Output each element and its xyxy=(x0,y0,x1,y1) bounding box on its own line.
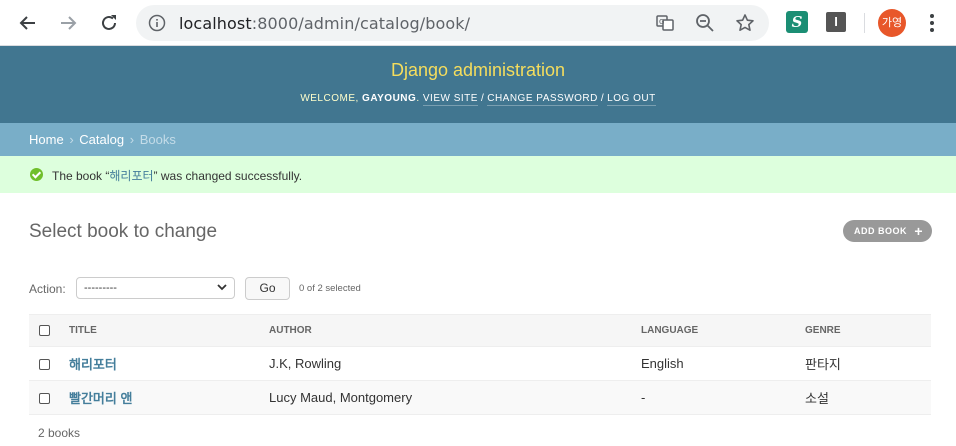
url-text: localhost:8000/admin/catalog/book/ xyxy=(179,14,470,33)
extension-i-icon[interactable]: I xyxy=(826,12,846,32)
actions-bar: Action: --------- Go 0 of 2 selected xyxy=(29,276,429,300)
add-book-label: Add book xyxy=(854,226,907,236)
message-suffix: ” was changed successfully. xyxy=(153,169,303,183)
language-cell: English xyxy=(631,346,795,381)
log-out-link[interactable]: Log out xyxy=(607,93,656,106)
row-checkbox[interactable] xyxy=(39,393,50,405)
bookmark-star-icon[interactable] xyxy=(735,13,755,33)
chevron-down-icon xyxy=(216,281,228,296)
toolbar-divider xyxy=(864,13,865,33)
site-info-icon[interactable] xyxy=(148,14,166,35)
success-check-icon xyxy=(30,168,43,181)
select-all-cell xyxy=(29,314,59,347)
select-all-checkbox[interactable] xyxy=(39,324,50,336)
message-prefix: The book “ xyxy=(52,169,110,183)
row-select-cell xyxy=(29,346,59,381)
column-header-title[interactable]: Title xyxy=(59,314,259,347)
table-row: 빨간머리 앤 Lucy Maud, Montgomery - 소설 xyxy=(29,380,931,415)
separator: / xyxy=(600,93,605,104)
action-label: Action: xyxy=(29,282,66,296)
title-cell: 해리포터 xyxy=(59,346,259,381)
message-object-link[interactable]: 해리포터 xyxy=(109,169,153,183)
page-title: Select book to change xyxy=(29,221,218,242)
author-cell: Lucy Maud, Montgomery xyxy=(259,380,631,415)
book-title-link[interactable]: 빨간머리 앤 xyxy=(69,391,132,406)
extension-s-icon[interactable]: S xyxy=(786,11,808,33)
breadcrumb-home[interactable]: Home xyxy=(29,132,64,147)
table-header-row: Title Author Language Genre xyxy=(29,314,931,347)
browser-menu-icon[interactable] xyxy=(924,12,940,34)
row-select-cell xyxy=(29,380,59,415)
back-button[interactable] xyxy=(15,10,41,36)
breadcrumb: Home › Catalog › Books xyxy=(0,123,956,156)
success-message: The book “해리포터” was changed successfully… xyxy=(0,156,956,193)
arrow-right-icon xyxy=(61,16,77,30)
address-bar[interactable]: localhost:8000/admin/catalog/book/ G xyxy=(136,5,769,41)
breadcrumb-separator: › xyxy=(129,132,135,147)
column-header-language[interactable]: Language xyxy=(631,314,795,347)
book-title-link[interactable]: 해리포터 xyxy=(69,357,117,372)
table-row: 해리포터 J.K, Rowling English 판타지 xyxy=(29,346,931,381)
change-password-link[interactable]: Change password xyxy=(487,93,598,106)
plus-icon: + xyxy=(914,223,923,239)
zoom-out-icon[interactable] xyxy=(695,13,715,33)
reload-icon xyxy=(102,15,116,30)
genre-cell: 소설 xyxy=(795,380,931,415)
reload-button[interactable] xyxy=(96,10,122,36)
row-checkbox[interactable] xyxy=(39,359,50,371)
result-list-table: Title Author Language Genre 해리포터 J.K, Ro… xyxy=(29,314,931,415)
go-button[interactable]: Go xyxy=(245,277,290,300)
action-counter: 0 of 2 selected xyxy=(299,283,361,294)
column-header-genre[interactable]: Genre xyxy=(795,314,931,347)
breadcrumb-catalog[interactable]: Catalog xyxy=(79,132,124,147)
user-tools: Welcome, gayoung. View site / Change passw… xyxy=(300,93,656,106)
paginator: 2 books xyxy=(38,426,81,440)
breadcrumb-current: Books xyxy=(139,132,176,147)
genre-cell: 판타지 xyxy=(795,346,931,381)
title-cell: 빨간머리 앤 xyxy=(59,380,259,415)
browser-toolbar: localhost:8000/admin/catalog/book/ G S I… xyxy=(0,0,956,46)
separator: / xyxy=(480,93,485,104)
author-cell: J.K, Rowling xyxy=(259,346,631,381)
view-site-link[interactable]: View site xyxy=(422,93,478,106)
admin-header: Django administration Welcome, gayoung. … xyxy=(0,46,956,123)
url-path: :8000/admin/catalog/book/ xyxy=(251,14,471,33)
site-branding[interactable]: Django administration xyxy=(0,60,956,81)
welcome-text: Welcome, xyxy=(300,93,359,104)
breadcrumb-separator: › xyxy=(69,132,74,147)
action-selected-option: --------- xyxy=(84,282,117,294)
svg-text:G: G xyxy=(659,18,664,26)
forward-button[interactable] xyxy=(55,10,81,36)
profile-avatar[interactable]: 가영 xyxy=(878,9,906,37)
language-cell: - xyxy=(631,380,795,415)
add-book-button[interactable]: Add book + xyxy=(843,220,932,242)
arrow-left-icon xyxy=(19,16,35,30)
column-header-author[interactable]: Author xyxy=(259,314,631,347)
username: gayoung xyxy=(362,93,417,104)
url-host: localhost xyxy=(179,14,252,33)
action-select[interactable]: --------- xyxy=(76,277,235,299)
translate-icon[interactable]: G xyxy=(655,13,675,33)
